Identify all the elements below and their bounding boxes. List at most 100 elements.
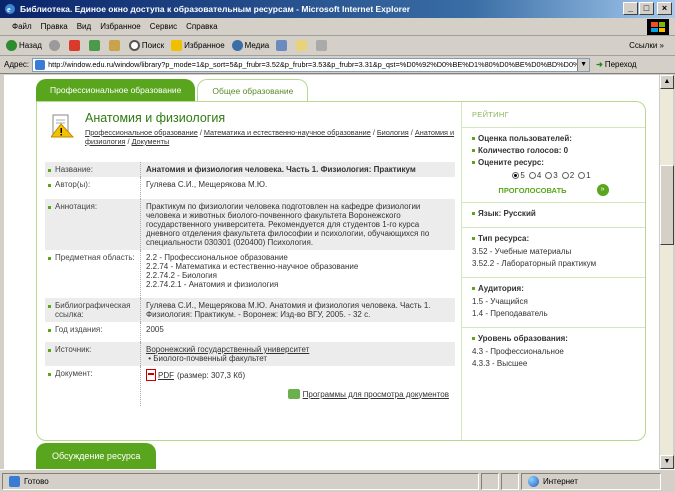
- annotation-value: Практикум по физиологии человека подгото…: [140, 199, 455, 250]
- row-source: Источник: Воронежский государственный ун…: [45, 342, 455, 366]
- maximize-button[interactable]: □: [639, 2, 654, 15]
- menu-tools[interactable]: Сервис: [150, 22, 177, 31]
- mail-button[interactable]: [296, 40, 309, 51]
- menu-file[interactable]: Файл: [12, 22, 32, 31]
- address-input[interactable]: http://window.edu.ru/window/library?p_mo…: [32, 57, 591, 72]
- go-label: Переход: [604, 60, 637, 69]
- votes-count: Количество голосов: 0: [472, 146, 635, 155]
- address-dropdown-icon[interactable]: ▼: [577, 58, 590, 71]
- rating-radio-2[interactable]: 2: [561, 171, 574, 180]
- home-icon: [108, 40, 120, 51]
- crumb-professional[interactable]: Профессиональное образование: [85, 128, 198, 137]
- address-bar: Адрес: http://window.edu.ru/window/libra…: [0, 56, 675, 74]
- document-value: PDF (размер: 307,3 Кб) Программы для про…: [140, 366, 455, 406]
- authors-value: Гуляева С.И., Мещерякова М.Ю.: [146, 180, 268, 189]
- source-link[interactable]: Воронежский государственный университет: [146, 345, 309, 354]
- page-icon: [35, 59, 46, 70]
- pdf-link[interactable]: PDF: [158, 371, 174, 380]
- language-value: Язык: Русский: [472, 209, 635, 218]
- status-bar: Готово Интернет: [0, 469, 675, 492]
- document-label: Документ:: [45, 366, 140, 406]
- row-annotation: Аннотация: Практикум по физиологии челов…: [45, 199, 455, 250]
- row-authors: Автор(ы): Гуляева С.И., Мещерякова М.Ю.: [45, 177, 455, 199]
- vertical-scrollbar[interactable]: ▲ ▼: [659, 75, 674, 469]
- status-text: Готово: [24, 476, 49, 486]
- rating-radio-group: 5 4 3 2 1: [472, 171, 635, 180]
- subject-item: 2.2.74.2 - Биология: [146, 271, 217, 280]
- zone-label: Интернет: [543, 476, 578, 486]
- biblio-label: Библиографическая ссылка:: [45, 298, 140, 322]
- vote-button[interactable]: ПРОГОЛОСОВАТЬ: [498, 186, 566, 195]
- user-rating-label: Оценка пользователей:: [472, 134, 635, 143]
- history-button[interactable]: [276, 40, 289, 51]
- media-button[interactable]: Медиа: [231, 40, 270, 51]
- programs-link[interactable]: Программы для просмотра документов: [303, 390, 449, 399]
- resource-info-table: Название: Анатомия и физиология человека…: [45, 162, 455, 406]
- year-label: Год издания:: [45, 322, 140, 342]
- authors-label: Автор(ы):: [45, 177, 140, 199]
- audience-item: 1.4 - Преподаватель: [472, 309, 548, 318]
- rate-prompt: Оцените ресурс:: [472, 158, 635, 167]
- name-label: Название:: [45, 162, 140, 177]
- type-item: 3.52.2 - Лабораторный практикум: [472, 259, 597, 268]
- forward-arrow-icon: [48, 40, 60, 51]
- minimize-button[interactable]: _: [623, 2, 638, 15]
- svg-text:e: e: [7, 5, 11, 14]
- menu-help[interactable]: Справка: [186, 22, 217, 31]
- page-viewport: Профессиональное образование Общее образ…: [4, 75, 659, 469]
- row-name: Название: Анатомия и физиология человека…: [45, 162, 455, 177]
- crumb-documents[interactable]: Документы: [132, 137, 170, 146]
- print-icon: [316, 40, 328, 51]
- type-item: 3.52 - Учебные материалы: [472, 247, 572, 256]
- year-value: 2005: [146, 325, 164, 334]
- go-button[interactable]: ➜ Переход: [596, 60, 636, 69]
- rating-radio-4[interactable]: 4: [528, 171, 541, 180]
- scroll-down-icon[interactable]: ▼: [660, 455, 674, 469]
- type-block: Тип ресурса: 3.52 - Учебные материалы 3.…: [462, 228, 645, 278]
- pdf-icon: [146, 369, 156, 381]
- tab-general[interactable]: Общее образование: [197, 79, 309, 101]
- rating-radio-3[interactable]: 3: [545, 171, 558, 180]
- resource-card: Анатомия и физиология Профессиональное о…: [36, 101, 646, 441]
- media-icon: [231, 40, 243, 51]
- refresh-button[interactable]: [88, 40, 102, 51]
- tab-professional[interactable]: Профессиональное образование: [36, 79, 196, 101]
- menu-favorites[interactable]: Избранное: [100, 22, 141, 31]
- row-year: Год издания: 2005: [45, 322, 455, 342]
- close-button[interactable]: ×: [657, 2, 672, 15]
- level-item: 4.3 - Профессиональное: [472, 347, 564, 356]
- back-button[interactable]: Назад: [6, 40, 42, 51]
- stop-icon: [68, 40, 80, 51]
- document-warning-icon: [51, 114, 75, 138]
- favorites-button[interactable]: Избранное: [171, 40, 225, 51]
- favorites-label: Избранное: [184, 41, 225, 50]
- rating-radio-1[interactable]: 1: [578, 171, 591, 180]
- scroll-thumb[interactable]: [660, 165, 674, 245]
- breadcrumb: Профессиональное образование / Математик…: [85, 128, 455, 146]
- language-block: Язык: Русский: [462, 203, 645, 228]
- crumb-math-science[interactable]: Математика и естественно-научное образов…: [204, 128, 371, 137]
- status-cell: [501, 472, 519, 490]
- forward-button[interactable]: [48, 40, 62, 51]
- rating-heading: РЕЙТИНГ: [462, 102, 645, 128]
- scroll-up-icon[interactable]: ▲: [660, 75, 674, 89]
- search-button[interactable]: Поиск: [128, 40, 164, 51]
- menu-view[interactable]: Вид: [77, 22, 91, 31]
- name-value: Анатомия и физиология человека. Часть 1.…: [140, 162, 455, 177]
- discussion-tab[interactable]: Обсуждение ресурса: [36, 443, 157, 469]
- links-button[interactable]: Ссылки »: [629, 41, 664, 50]
- ie-logo-icon: e: [5, 4, 15, 14]
- resource-title: Анатомия и физиология: [85, 111, 226, 125]
- vote-go-icon[interactable]: »: [596, 184, 609, 196]
- section-tabs: Профессиональное образование Общее образ…: [36, 79, 646, 101]
- print-button[interactable]: [316, 40, 329, 51]
- home-button[interactable]: [108, 40, 122, 51]
- audience-item: 1.5 - Учащийся: [472, 297, 528, 306]
- rating-radio-5[interactable]: 5: [512, 171, 525, 180]
- crumb-biology[interactable]: Биология: [377, 128, 409, 137]
- level-item: 4.3.3 - Высшее: [472, 359, 528, 368]
- biblio-value: Гуляева С.И., Мещерякова М.Ю. Анатомия и…: [140, 298, 455, 322]
- media-label: Медиа: [244, 41, 270, 50]
- stop-button[interactable]: [68, 40, 82, 51]
- menu-edit[interactable]: Правка: [41, 22, 68, 31]
